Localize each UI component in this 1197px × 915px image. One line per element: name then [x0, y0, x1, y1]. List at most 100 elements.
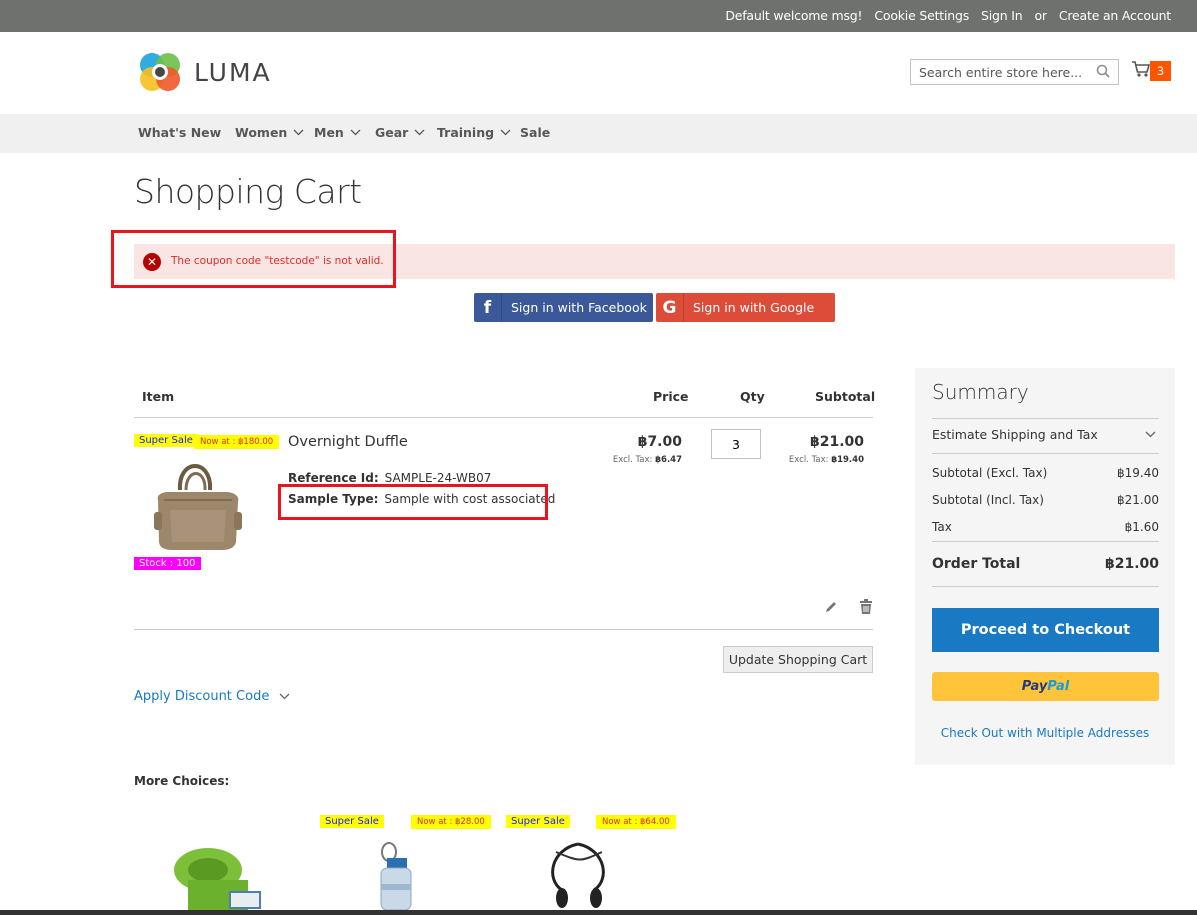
nav-label: Men — [314, 125, 344, 140]
order-total-value: ฿21.00 — [1104, 556, 1159, 572]
excl-tax-label: Excl. Tax: — [788, 455, 829, 465]
cart-count-badge[interactable]: 3 — [1150, 61, 1171, 81]
item-subtotal: ฿21.00 — [809, 434, 864, 450]
reference-id-label: Reference Id: — [288, 471, 379, 485]
divider — [932, 541, 1159, 542]
divider — [134, 417, 873, 418]
divider — [932, 586, 1159, 587]
paypal-logo-pay: Pay — [1021, 679, 1048, 694]
column-header-subtotal: Subtotal — [815, 389, 876, 404]
chevron-down-icon — [350, 129, 361, 136]
summary-row-value: ฿1.60 — [1124, 520, 1159, 534]
highlight-box — [111, 230, 396, 288]
nav-item-gear[interactable]: Gear — [375, 125, 425, 140]
nav-item-training[interactable]: Training — [437, 125, 511, 140]
top-bar: Default welcome msg! Cookie Settings Sig… — [0, 0, 1197, 32]
nav-label: Sale — [520, 125, 551, 140]
excl-tax-value: ฿19.40 — [831, 455, 864, 465]
excl-tax-value: ฿6.47 — [655, 455, 682, 465]
now-at-badge: Now at : ฿64.00 — [596, 815, 676, 829]
chevron-down-icon — [500, 129, 511, 136]
nav-label: What's New — [138, 125, 222, 140]
quantity-input[interactable] — [711, 429, 761, 459]
item-price-excl-tax: Excl. Tax: ฿6.47 — [613, 455, 682, 465]
summary-row-label: Subtotal (Incl. Tax) — [932, 493, 1044, 507]
summary-row: Subtotal (Incl. Tax) ฿21.00 — [932, 493, 1159, 507]
chevron-down-icon — [293, 129, 304, 136]
apply-discount-label: Apply Discount Code — [134, 689, 270, 704]
chevron-down-icon — [414, 129, 425, 136]
google-signin-label: Sign in with Google — [693, 300, 815, 315]
column-header-item: Item — [142, 389, 175, 404]
super-sale-badge: Super Sale — [320, 815, 384, 828]
nav-item-whats-new[interactable]: What's New — [138, 125, 221, 140]
reference-id-value: SAMPLE-24-WB07 — [384, 471, 492, 485]
google-icon: G — [656, 293, 684, 322]
logo[interactable]: LUMA — [138, 50, 272, 94]
multiple-addresses-link[interactable]: Check Out with Multiple Addresses — [915, 726, 1175, 740]
estimate-shipping-label: Estimate Shipping and Tax — [932, 427, 1098, 442]
now-at-badge: Now at : ฿180.00 — [194, 435, 280, 449]
facebook-signin-label: Sign in with Facebook — [511, 300, 647, 315]
logo-text: LUMA — [194, 57, 272, 87]
or-text: or — [1034, 8, 1047, 23]
column-header-qty: Qty — [740, 389, 765, 404]
divider — [932, 418, 1159, 419]
update-cart-button[interactable]: Update Shopping Cart — [723, 646, 873, 673]
chevron-down-icon — [279, 693, 290, 700]
nav-item-sale[interactable]: Sale — [520, 125, 550, 140]
paypal-logo-pal: Pal — [1047, 679, 1070, 694]
nav-label: Women — [235, 125, 288, 140]
apply-discount-toggle[interactable]: Apply Discount Code — [134, 689, 290, 704]
summary-row-label: Tax — [932, 520, 952, 534]
search-input[interactable] — [911, 60, 1091, 84]
item-subtotal-excl-tax: Excl. Tax: ฿19.40 — [789, 455, 864, 465]
product-image[interactable] — [150, 450, 245, 558]
estimate-shipping-toggle[interactable]: Estimate Shipping and Tax — [932, 427, 1159, 442]
nav-label: Training — [437, 125, 495, 140]
product-image[interactable] — [540, 840, 620, 910]
stock-badge: Stock : 100 — [134, 557, 201, 570]
super-sale-badge: Super Sale — [134, 434, 198, 447]
facebook-signin-button[interactable]: f Sign in with Facebook — [474, 293, 653, 322]
nav-label: Gear — [375, 125, 409, 140]
now-at-badge: Now at : ฿28.00 — [411, 815, 491, 829]
main-nav: What's New Women Men Gear Training Sale — [0, 114, 1197, 153]
summary-title: Summary — [932, 380, 1029, 404]
paypal-button[interactable]: PayPal — [932, 672, 1159, 701]
edit-icon[interactable] — [824, 600, 838, 614]
search-box[interactable] — [910, 59, 1119, 85]
sign-in-link[interactable]: Sign In — [981, 8, 1023, 23]
summary-row: Tax ฿1.60 — [932, 520, 1159, 534]
chevron-down-icon — [1145, 431, 1156, 438]
luma-logo-icon — [140, 53, 180, 91]
proceed-to-checkout-button[interactable]: Proceed to Checkout — [932, 608, 1159, 652]
divider — [932, 453, 1159, 454]
more-choices-title: More Choices: — [134, 774, 230, 788]
product-image[interactable] — [168, 840, 278, 910]
summary-row-value: ฿19.40 — [1117, 466, 1159, 480]
nav-item-women[interactable]: Women — [235, 125, 304, 140]
order-total-row: Order Total ฿21.00 — [932, 556, 1159, 572]
cart-icon[interactable] — [1131, 60, 1151, 82]
page-title: Shopping Cart — [134, 172, 362, 211]
google-signin-button[interactable]: G Sign in with Google — [656, 293, 835, 322]
bottom-strip — [0, 910, 1197, 915]
summary-row-label: Subtotal (Excl. Tax) — [932, 466, 1048, 480]
search-icon[interactable] — [1096, 64, 1110, 82]
summary-row: Subtotal (Excl. Tax) ฿19.40 — [932, 466, 1159, 480]
excl-tax-label: Excl. Tax: — [612, 455, 653, 465]
super-sale-badge: Super Sale — [506, 815, 570, 828]
item-price: ฿7.00 — [637, 434, 682, 450]
product-image[interactable] — [375, 840, 435, 910]
facebook-icon: f — [474, 293, 502, 322]
nav-item-men[interactable]: Men — [314, 125, 361, 140]
highlight-box — [278, 484, 548, 520]
summary-row-value: ฿21.00 — [1117, 493, 1159, 507]
cookie-settings-link[interactable]: Cookie Settings — [874, 8, 969, 23]
delete-icon[interactable] — [859, 599, 873, 615]
create-account-link[interactable]: Create an Account — [1059, 8, 1171, 23]
order-total-label: Order Total — [932, 556, 1021, 572]
divider — [134, 629, 873, 630]
product-name-link[interactable]: Overnight Duffle — [288, 434, 408, 450]
